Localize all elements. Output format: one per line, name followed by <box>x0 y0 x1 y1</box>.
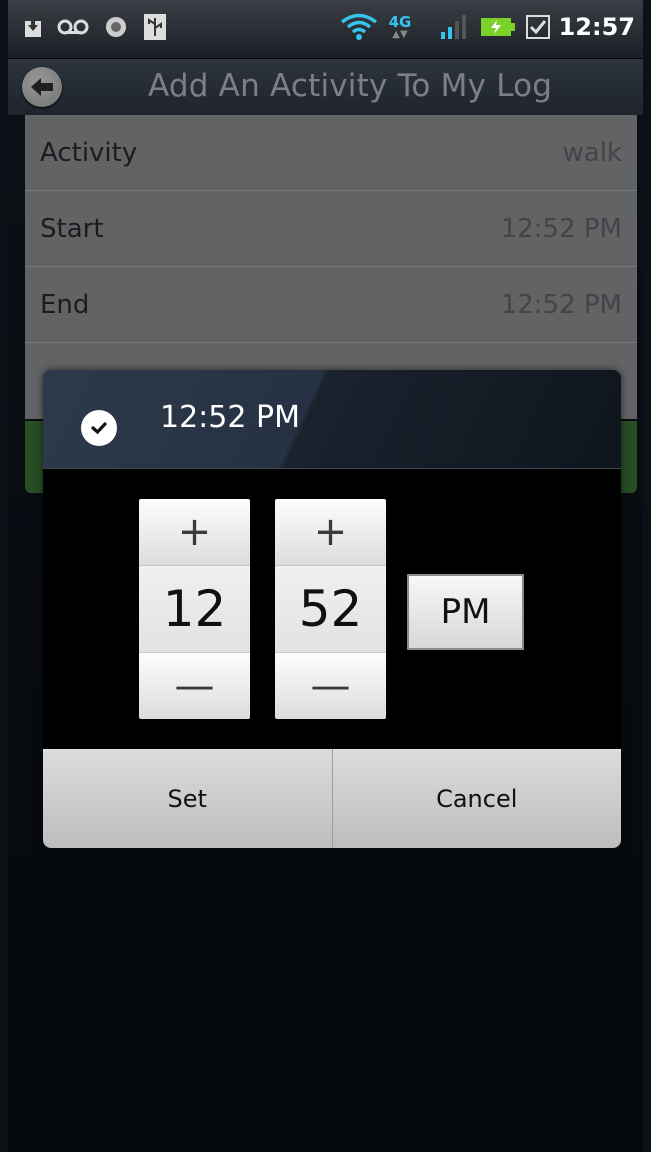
minute-increment-button[interactable]: + <box>275 499 386 565</box>
minute-spinner: + 52 — <box>275 499 386 719</box>
network-type-label: 4G <box>388 12 412 31</box>
status-bar: 4G ▲▼ 12:57 <box>8 0 643 59</box>
battery-charging-icon <box>481 14 515 40</box>
dialog-title: 12:52 PM <box>160 400 300 435</box>
hour-increment-button[interactable]: + <box>139 499 250 565</box>
minute-value[interactable]: 52 <box>275 565 386 653</box>
data-arrows-icon: ▲▼ <box>392 28 408 40</box>
hour-decrement-button[interactable]: — <box>139 653 250 719</box>
plus-icon: + <box>313 509 348 555</box>
plus-icon: + <box>177 509 212 555</box>
minute-decrement-button[interactable]: — <box>275 653 386 719</box>
minus-icon: — <box>310 663 351 709</box>
screen: 4G ▲▼ 12:57 Add An Activity To My Log Ac… <box>8 0 643 1152</box>
dialog-header: 12:52 PM <box>43 370 621 469</box>
hour-value[interactable]: 12 <box>139 565 250 653</box>
dialog-body: + 12 — + 52 — PM <box>43 469 621 749</box>
cancel-button[interactable]: Cancel <box>331 749 622 848</box>
status-clock: 12:57 <box>558 13 635 41</box>
download-icon <box>22 14 44 40</box>
4g-icon: 4G ▲▼ <box>382 14 418 40</box>
hour-spinner: + 12 — <box>139 499 250 719</box>
checkbox-icon <box>525 14 551 40</box>
usb-icon <box>143 14 167 40</box>
clock-icon <box>81 410 117 446</box>
minus-icon: — <box>174 663 215 709</box>
signal-icon <box>438 14 468 40</box>
ampm-toggle-button[interactable]: PM <box>407 574 524 650</box>
circle-icon <box>104 14 128 40</box>
wifi-icon <box>340 13 378 40</box>
time-picker-dialog: 12:52 PM + 12 — + 52 — PM Set Cancel <box>43 370 621 848</box>
dialog-buttons: Set Cancel <box>43 749 621 848</box>
set-button[interactable]: Set <box>43 749 332 848</box>
voicemail-icon <box>56 14 90 40</box>
